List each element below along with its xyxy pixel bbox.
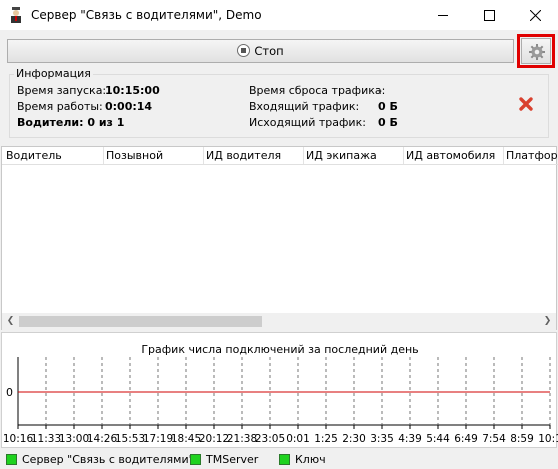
x-tick-label: 3:35 <box>370 433 394 445</box>
scroll-right-icon[interactable]: ❯ <box>543 317 552 326</box>
x-tick-label: 4:39 <box>398 433 422 445</box>
outgoing-traffic-value: 0 Б <box>378 116 398 129</box>
status-indicator-icon <box>6 454 17 465</box>
x-tick-label: 14:26 <box>87 433 118 445</box>
window-title: Сервер "Связь с водителями", Demo <box>31 8 262 22</box>
reset-traffic-icon[interactable] <box>518 96 534 112</box>
column-header[interactable]: ИД экипажа <box>306 149 377 162</box>
stop-button[interactable]: Стоп <box>7 39 514 63</box>
x-tick-label: 11:33 <box>31 433 61 445</box>
maximize-button[interactable] <box>466 0 512 30</box>
minimize-icon <box>438 15 448 16</box>
chart-plot: 0 10:1611:3313:0014:2615:5317:1918:4520:1… <box>3 357 558 445</box>
x-tick-label: 23:05 <box>255 433 285 445</box>
x-tick-label: 0:01 <box>286 433 310 445</box>
main-window: Сервер "Связь с водителями", Demo Стоп И… <box>0 0 558 469</box>
close-button[interactable] <box>512 0 558 30</box>
column-separator[interactable] <box>103 147 104 164</box>
x-tick-label: 21:38 <box>227 433 257 445</box>
status-bar: Сервер "Связь с водителями" TMServer Ключ <box>0 450 558 469</box>
start-time-label: Время запуска: <box>17 84 107 97</box>
traffic-reset-label: Время сброса трафика: <box>249 84 386 97</box>
x-tick-label: 7:54 <box>482 433 506 445</box>
column-separator[interactable] <box>303 147 304 164</box>
settings-button[interactable] <box>521 38 551 64</box>
stop-icon <box>237 44 251 57</box>
horizontal-scrollbar[interactable]: ❮ ❯ <box>2 313 556 330</box>
column-header[interactable]: ИД автомобиля <box>406 149 495 162</box>
incoming-traffic-label: Входящий трафик: <box>249 100 360 113</box>
stop-label: Стоп <box>254 44 284 58</box>
y-tick-label: 0 <box>6 386 13 399</box>
status-indicator-icon <box>190 454 201 465</box>
column-separator[interactable] <box>403 147 404 164</box>
close-icon <box>530 10 541 21</box>
minimize-button[interactable] <box>420 0 466 30</box>
scroll-left-icon[interactable]: ❮ <box>6 317 15 326</box>
status-label: TMServer <box>206 453 259 466</box>
x-tick-label: 1:25 <box>314 433 338 445</box>
column-header[interactable]: Платформ <box>506 149 558 162</box>
status-label: Сервер "Связь с водителями" <box>22 453 194 466</box>
x-tick-label: 18:45 <box>171 433 201 445</box>
app-icon <box>11 7 21 23</box>
x-tick-label: 17:19 <box>143 433 173 445</box>
x-tick-label: 13:00 <box>59 433 89 445</box>
traffic-reset-value: - <box>378 84 382 97</box>
scroll-thumb[interactable] <box>19 316 262 327</box>
x-tick-label: 5:44 <box>426 433 450 445</box>
x-tick-label: 15:53 <box>115 433 145 445</box>
column-header[interactable]: Водитель <box>6 149 62 162</box>
gear-icon <box>529 44 545 60</box>
x-tick-label: 10:16 <box>3 433 34 445</box>
x-tick-label: 6:49 <box>454 433 478 445</box>
drivers-table[interactable]: Водитель Позывной ИД водителя ИД экипажа ИД … <box>1 146 558 330</box>
column-header[interactable]: ИД водителя <box>206 149 281 162</box>
x-tick-label: 2:30 <box>342 433 366 445</box>
incoming-traffic-value: 0 Б <box>378 100 398 113</box>
column-separator[interactable] <box>203 147 204 164</box>
column-header[interactable]: Позывной <box>106 149 163 162</box>
maximize-icon <box>484 10 495 21</box>
status-label: Ключ <box>295 453 326 466</box>
uptime-label: Время работы: <box>17 100 103 113</box>
outgoing-traffic-label: Исходящий трафик: <box>249 116 366 129</box>
x-tick-label: 8:59 <box>510 433 534 445</box>
connections-chart: График числа подключений за последний де… <box>1 332 558 448</box>
column-separator[interactable] <box>503 147 504 164</box>
start-time-value: 10:15:00 <box>105 84 160 97</box>
x-tick-label: 10:1 <box>538 433 558 445</box>
title-bar: Сервер "Связь с водителями", Demo <box>0 0 558 30</box>
x-tick-label: 20:12 <box>199 433 229 445</box>
table-header: Водитель Позывной ИД водителя ИД экипажа ИД … <box>2 147 558 165</box>
info-group-legend: Информация <box>14 67 93 80</box>
uptime-value: 0:00:14 <box>105 100 153 113</box>
drivers-count: Водители: 0 из 1 <box>17 116 125 129</box>
status-indicator-icon <box>279 454 290 465</box>
